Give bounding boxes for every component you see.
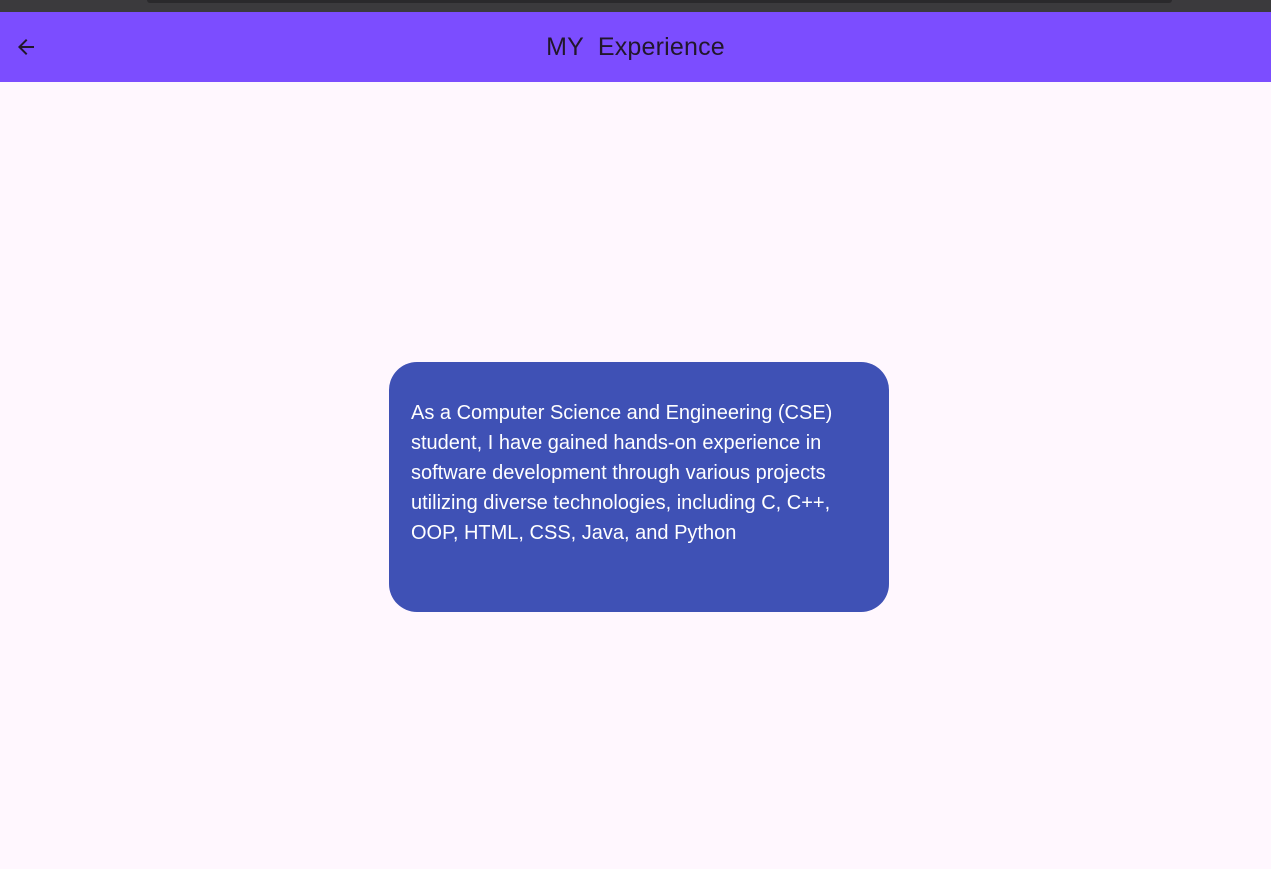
browser-top-strip <box>0 0 1271 12</box>
experience-description: As a Computer Science and Engineering (C… <box>411 402 833 544</box>
main-content: As a Computer Science and Engineering (C… <box>0 82 1271 869</box>
app-bar: MY Experience <box>0 12 1271 82</box>
page-title: MY Experience <box>546 33 725 61</box>
experience-card: As a Computer Science and Engineering (C… <box>389 362 889 612</box>
browser-address-bar <box>147 0 1172 3</box>
